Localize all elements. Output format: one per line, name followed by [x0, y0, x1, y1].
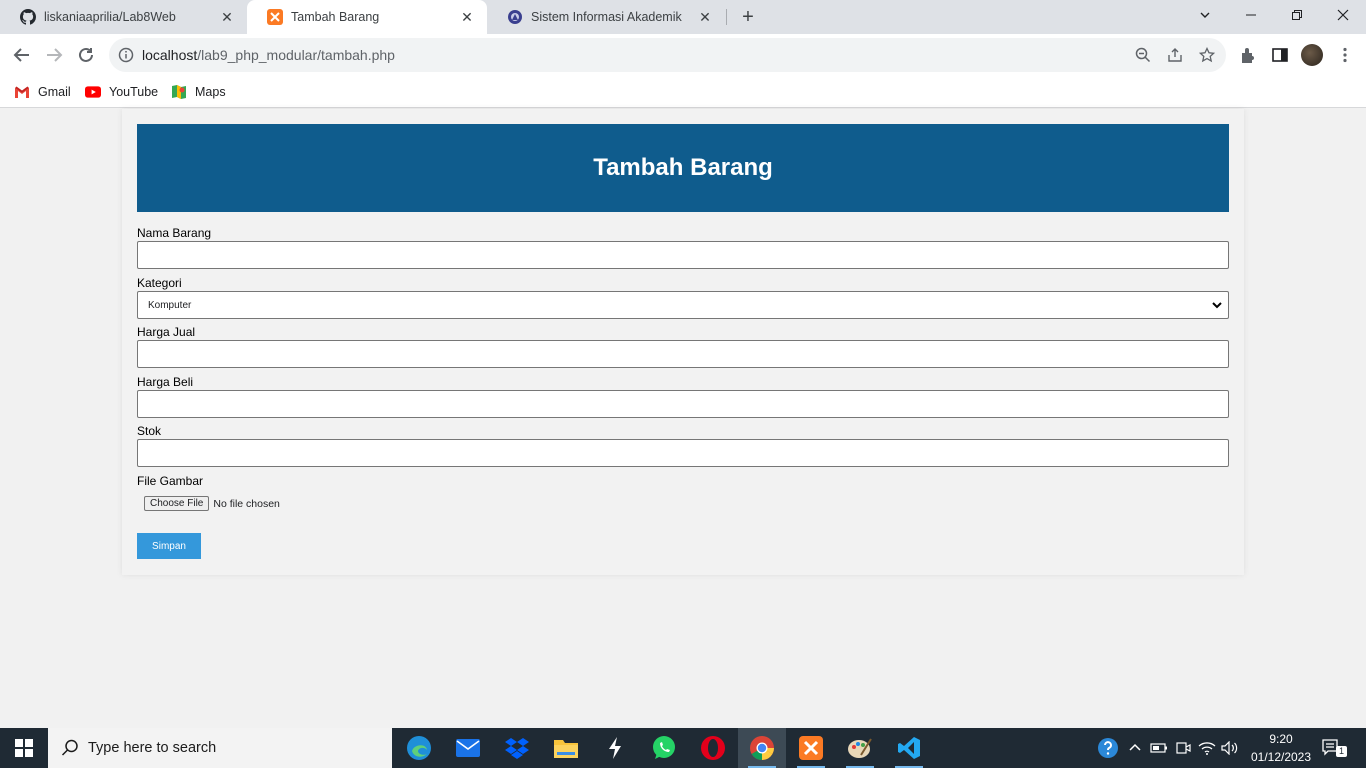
extensions-icon[interactable]	[1239, 46, 1257, 64]
tab-tambah-barang[interactable]: Tambah Barang ✕	[247, 0, 487, 34]
github-icon	[20, 9, 36, 25]
bookmark-label: Maps	[195, 85, 226, 99]
page-viewport: Tambah Barang Nama Barang Kategori Kompu…	[0, 109, 1366, 728]
vscode-icon[interactable]	[885, 728, 933, 768]
edge-icon[interactable]	[395, 728, 443, 768]
tab-search-icon[interactable]	[1182, 0, 1228, 30]
taskbar-search-box[interactable]: Type here to search	[48, 728, 392, 768]
page-header: Tambah Barang	[137, 124, 1229, 212]
clock-date: 01/12/2023	[1250, 750, 1312, 764]
youtube-icon	[85, 85, 101, 99]
file-explorer-icon[interactable]	[542, 728, 590, 768]
simpan-button[interactable]: Simpan	[137, 533, 201, 559]
kategori-select[interactable]: Komputer	[137, 291, 1229, 319]
side-panel-icon[interactable]	[1271, 46, 1289, 64]
harga-beli-label: Harga Beli	[137, 375, 194, 389]
zoom-icon[interactable]	[1135, 47, 1151, 63]
kategori-label: Kategori	[137, 276, 182, 290]
windows-start-icon[interactable]	[0, 728, 48, 768]
notification-count: 1	[1336, 746, 1347, 757]
nama-barang-label: Nama Barang	[137, 226, 212, 240]
file-gambar-label: File Gambar	[137, 474, 204, 488]
restore-icon[interactable]	[1274, 0, 1320, 30]
address-bar[interactable]: localhost/lab9_php_modular/tambah.php	[109, 38, 1226, 72]
tab-divider	[726, 9, 727, 25]
file-input: Choose File No file chosen	[144, 496, 280, 511]
stok-input[interactable]	[137, 439, 1229, 467]
help-icon[interactable]	[1097, 737, 1119, 759]
page-title: Tambah Barang	[593, 154, 773, 181]
bookmarks-bar: Gmail YouTube Maps	[0, 76, 1366, 108]
close-window-icon[interactable]	[1320, 0, 1366, 30]
bookmark-label: YouTube	[109, 85, 159, 99]
bookmark-youtube[interactable]: YouTube	[85, 83, 158, 101]
url-text: localhost/lab9_php_modular/tambah.php	[142, 47, 395, 63]
search-icon	[60, 738, 80, 758]
menu-kebab-icon[interactable]	[1336, 46, 1354, 64]
system-clock[interactable]: 9:20 01/12/2023	[1246, 730, 1316, 766]
share-icon[interactable]	[1167, 47, 1183, 63]
search-placeholder: Type here to search	[88, 740, 217, 756]
form-container: Tambah Barang Nama Barang Kategori Kompu…	[122, 109, 1244, 575]
bookmark-gmail[interactable]: Gmail	[14, 83, 71, 101]
choose-file-button[interactable]: Choose File	[144, 496, 210, 511]
show-hidden-icons-chevron-up-icon[interactable]	[1126, 739, 1144, 757]
university-icon	[507, 9, 523, 25]
nama-barang-input[interactable]	[137, 241, 1229, 269]
close-tab-icon[interactable]: ✕	[697, 9, 713, 25]
harga-jual-input[interactable]	[137, 340, 1229, 368]
xampp-icon	[267, 9, 283, 25]
clock-time: 9:20	[1269, 732, 1293, 746]
browser-toolbar: localhost/lab9_php_modular/tambah.php	[0, 34, 1366, 76]
mail-icon[interactable]	[444, 728, 492, 768]
tab-github[interactable]: liskaniaaprilia/Lab8Web ✕	[0, 0, 247, 34]
app-s-icon[interactable]	[591, 728, 639, 768]
maps-icon	[171, 85, 187, 99]
site-info-icon[interactable]	[118, 47, 134, 63]
forward-icon[interactable]	[38, 39, 70, 71]
reload-icon[interactable]	[70, 39, 102, 71]
notification-center-icon[interactable]: 1	[1320, 738, 1347, 758]
tab-title: Sistem Informasi Akademik	[531, 10, 682, 24]
stok-label: Stok	[137, 424, 162, 438]
paint-icon[interactable]	[836, 728, 884, 768]
close-tab-icon[interactable]: ✕	[459, 9, 475, 25]
battery-icon[interactable]	[1150, 739, 1168, 757]
new-tab-button[interactable]: +	[735, 4, 761, 30]
xampp-icon[interactable]	[787, 728, 835, 768]
whatsapp-icon[interactable]	[640, 728, 688, 768]
tab-title: liskaniaaprilia/Lab8Web	[44, 10, 176, 24]
back-icon[interactable]	[6, 39, 38, 71]
chrome-icon[interactable]	[738, 728, 786, 768]
tab-title: Tambah Barang	[291, 10, 380, 24]
profile-avatar[interactable]	[1301, 44, 1323, 66]
volume-icon[interactable]	[1221, 739, 1239, 757]
file-status-text: No file chosen	[213, 497, 280, 510]
tab-sistem-informasi[interactable]: Sistem Informasi Akademik ✕	[487, 0, 725, 34]
gmail-icon	[14, 85, 30, 99]
tab-strip: liskaniaaprilia/Lab8Web ✕ Tambah Barang …	[0, 0, 1366, 34]
minimize-icon[interactable]	[1228, 0, 1274, 30]
harga-jual-label: Harga Jual	[137, 325, 196, 339]
chevron-down-icon	[1211, 299, 1223, 311]
opera-icon[interactable]	[689, 728, 737, 768]
bookmark-label: Gmail	[38, 85, 71, 99]
camera-icon[interactable]	[1174, 739, 1192, 757]
wifi-icon[interactable]	[1198, 739, 1216, 757]
close-tab-icon[interactable]: ✕	[219, 9, 235, 25]
harga-beli-input[interactable]	[137, 390, 1229, 418]
windows-taskbar: Type here to search 9:20 01/12/2023 1	[0, 728, 1366, 768]
bookmark-maps[interactable]: Maps	[171, 83, 226, 101]
kategori-selected-value: Komputer	[148, 299, 192, 311]
dropbox-icon[interactable]	[493, 728, 541, 768]
bookmark-star-icon[interactable]	[1198, 46, 1216, 63]
